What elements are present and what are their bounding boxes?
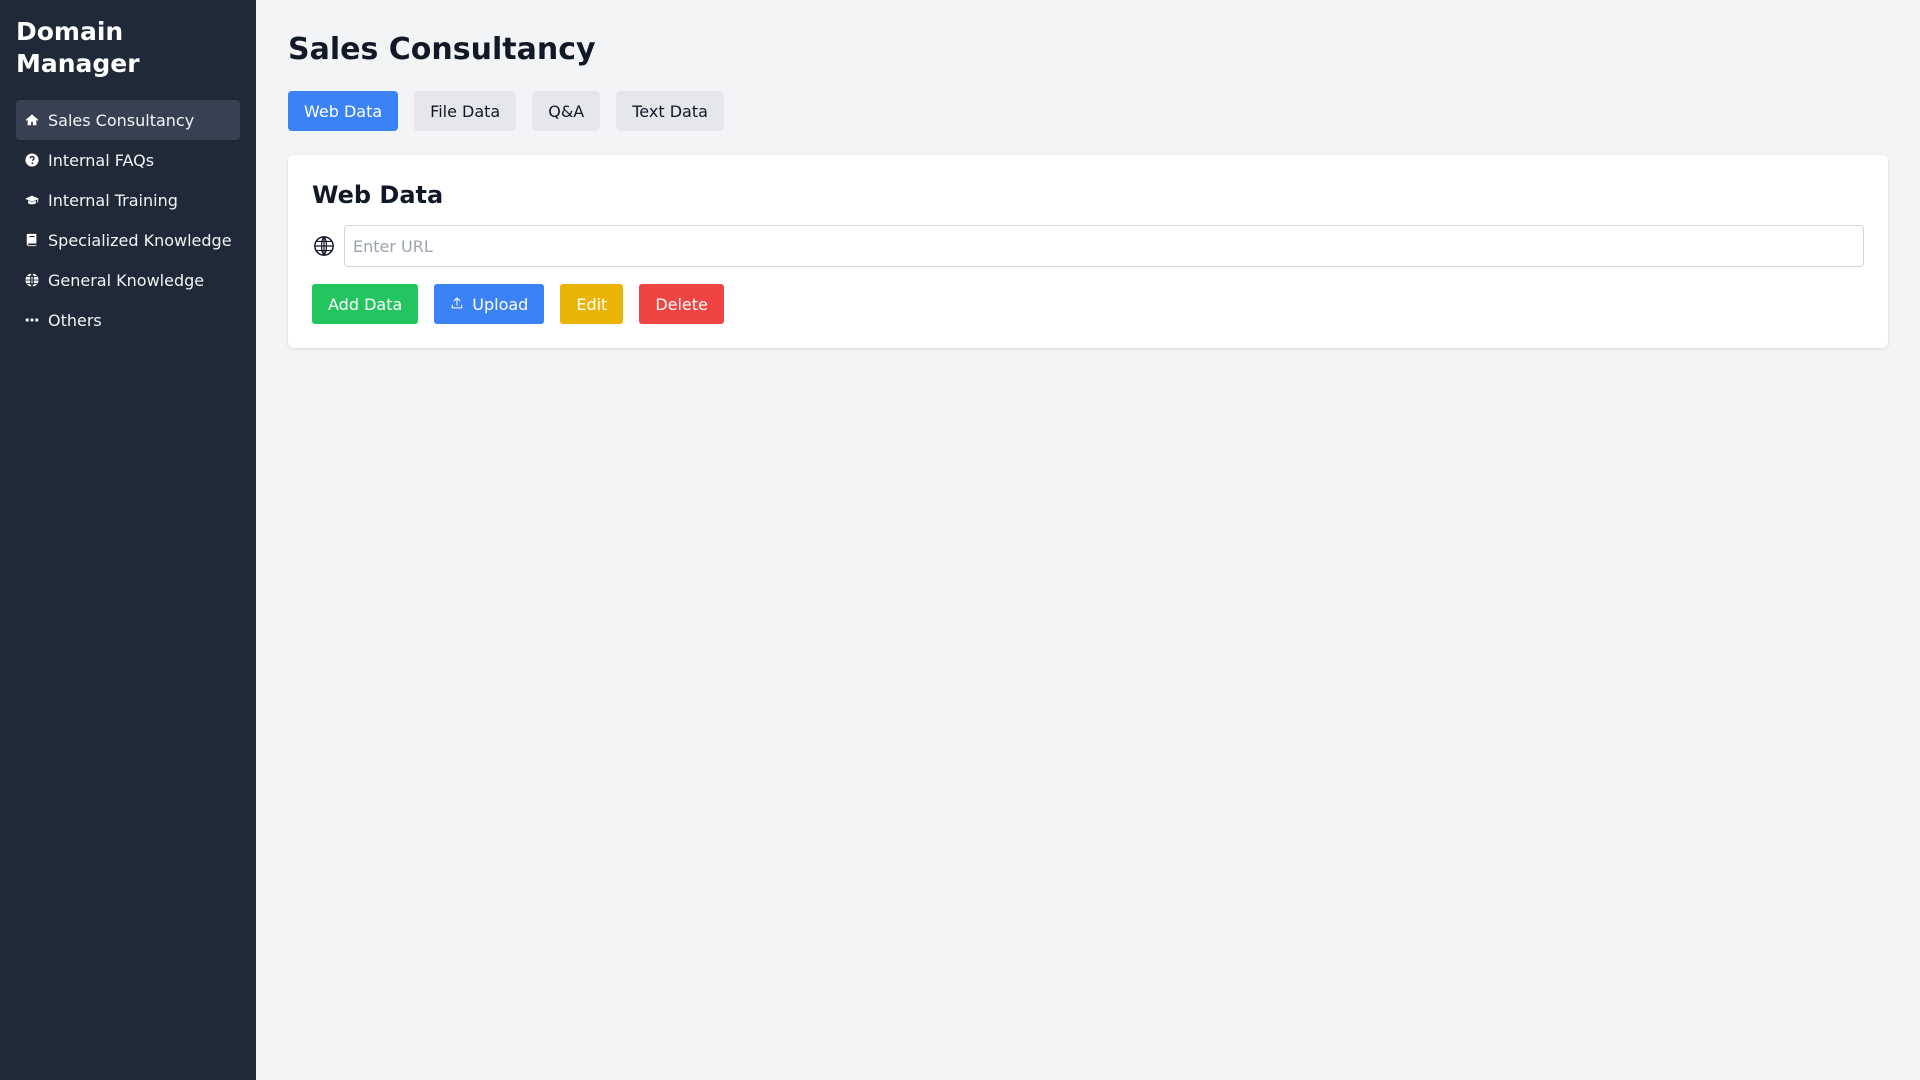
- delete-label: Delete: [655, 294, 708, 314]
- sidebar-item-label: Sales Consultancy: [48, 110, 195, 130]
- ellipsis-icon: [24, 312, 40, 328]
- tab-web-data[interactable]: Web Data: [288, 91, 399, 131]
- upload-button[interactable]: Upload: [434, 284, 545, 324]
- edit-label: Edit: [576, 294, 608, 314]
- sidebar-item-others[interactable]: Others: [16, 300, 240, 340]
- main-content: Sales Consultancy Web Data File Data Q&A…: [256, 0, 1920, 1080]
- home-icon: [24, 112, 40, 128]
- tab-file-data[interactable]: File Data: [414, 91, 517, 131]
- sidebar-item-internal-training[interactable]: Internal Training: [16, 180, 240, 220]
- delete-button[interactable]: Delete: [639, 284, 724, 324]
- sidebar-nav: Sales Consultancy Internal FAQs Internal…: [16, 100, 240, 340]
- graduation-cap-icon: [24, 192, 40, 208]
- upload-label: Upload: [472, 294, 529, 314]
- sidebar-item-label: Specialized Knowledge: [48, 230, 232, 250]
- sidebar: Domain Manager Sales Consultancy Interna…: [0, 0, 256, 1080]
- sidebar-item-label: Internal FAQs: [48, 150, 155, 170]
- sidebar-item-label: Internal Training: [48, 190, 178, 210]
- sidebar-item-label: General Knowledge: [48, 270, 205, 290]
- sidebar-item-label: Others: [48, 310, 102, 330]
- sidebar-item-general-knowledge[interactable]: General Knowledge: [16, 260, 240, 300]
- globe-icon: [312, 234, 336, 258]
- tab-qa[interactable]: Q&A: [532, 91, 601, 131]
- page-title: Sales Consultancy: [288, 32, 596, 67]
- url-row: [312, 225, 1864, 267]
- app-root: Domain Manager Sales Consultancy Interna…: [0, 0, 1920, 1080]
- add-data-label: Add Data: [328, 294, 403, 314]
- url-input[interactable]: [344, 225, 1864, 267]
- action-buttons: Add Data Upload Edit Delete: [312, 284, 1864, 324]
- edit-button[interactable]: Edit: [560, 284, 624, 324]
- upload-icon: [450, 295, 464, 314]
- web-data-card: Web Data Add Data Upload Edit: [288, 155, 1888, 348]
- add-data-button[interactable]: Add Data: [312, 284, 419, 324]
- card-title: Web Data: [312, 181, 444, 209]
- sidebar-item-sales-consultancy[interactable]: Sales Consultancy: [16, 100, 240, 140]
- sidebar-item-specialized-knowledge[interactable]: Specialized Knowledge: [16, 220, 240, 260]
- sidebar-item-internal-faqs[interactable]: Internal FAQs: [16, 140, 240, 180]
- sidebar-title: Domain Manager: [16, 17, 140, 78]
- tab-bar: Web Data File Data Q&A Text Data: [288, 91, 1888, 131]
- book-icon: [24, 232, 40, 248]
- globe-icon: [24, 272, 40, 288]
- question-circle-icon: [24, 152, 40, 168]
- tab-text-data[interactable]: Text Data: [616, 91, 724, 131]
